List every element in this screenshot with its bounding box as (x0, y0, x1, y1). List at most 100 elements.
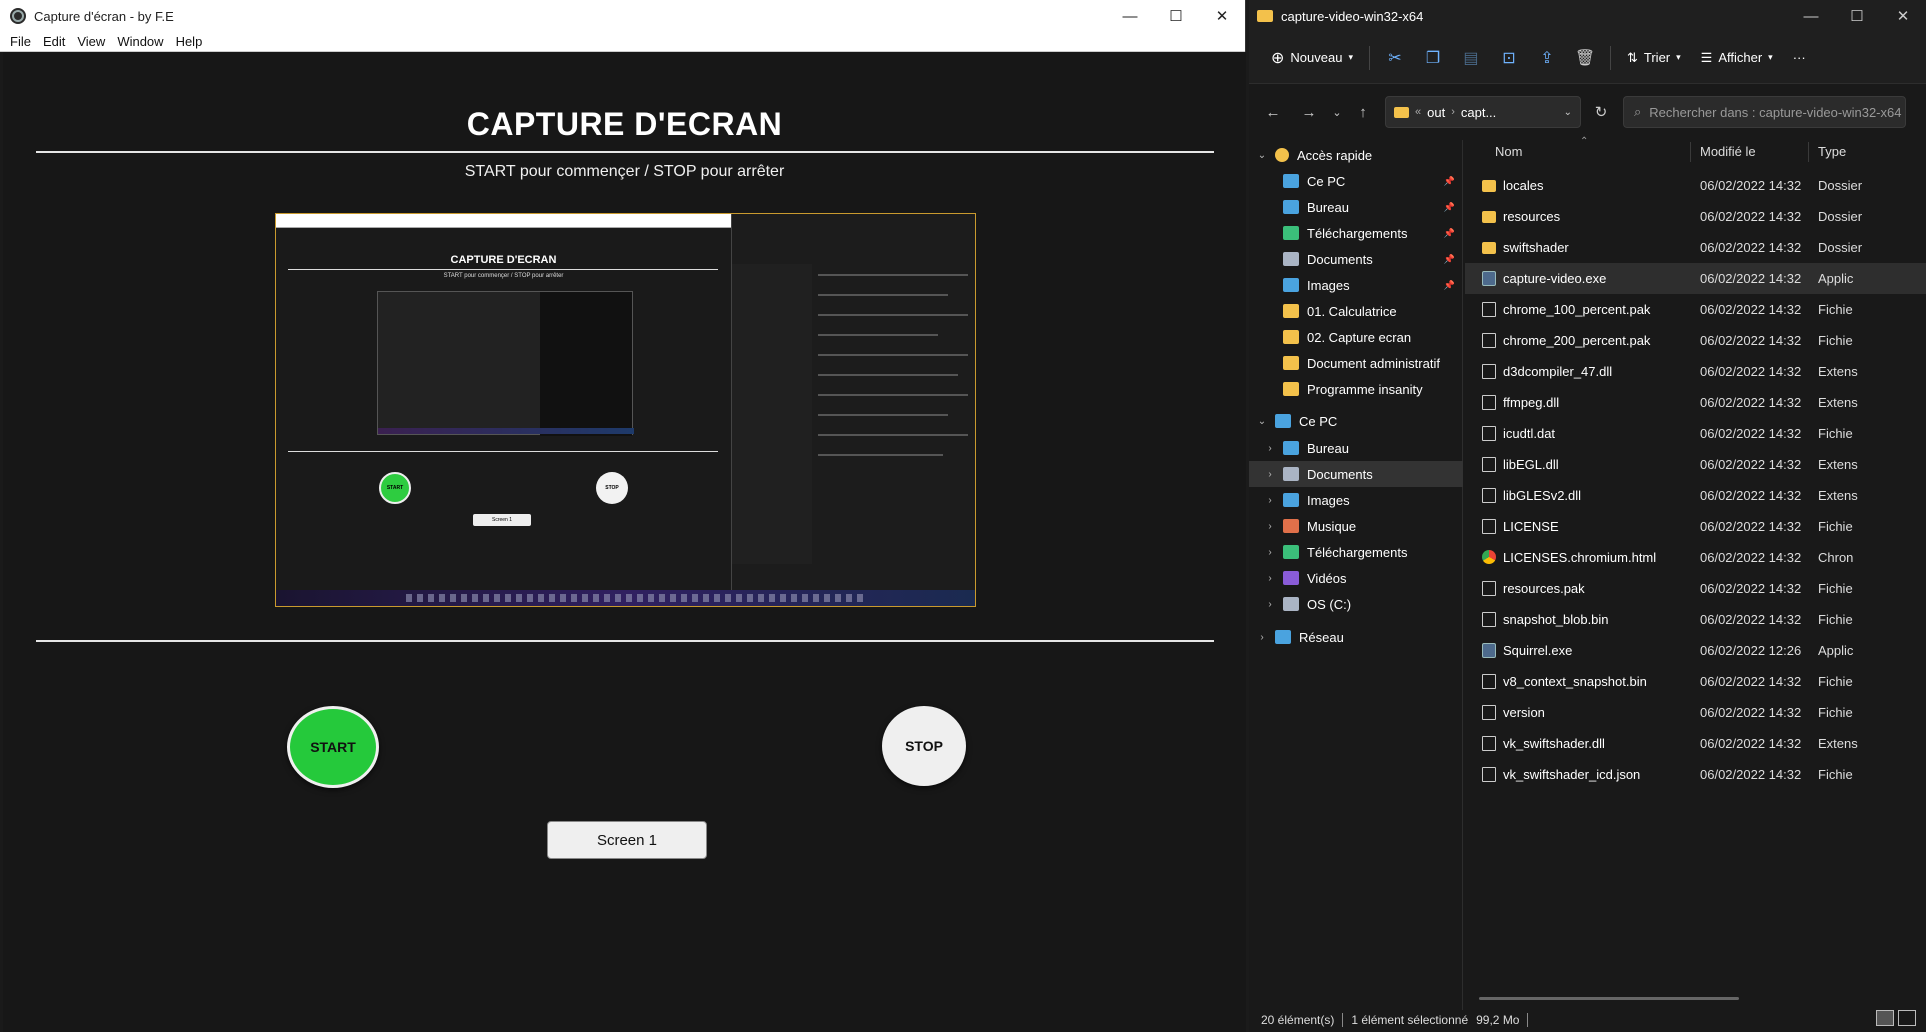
expand-chevron-icon[interactable]: › (1255, 632, 1269, 643)
nav-item[interactable]: Document administratif (1249, 350, 1463, 376)
pin-icon: 📌 (1443, 227, 1455, 238)
close-icon[interactable]: ✕ (1880, 0, 1926, 32)
expand-chevron-icon[interactable]: › (1263, 469, 1277, 480)
tiles-view-icon[interactable] (1898, 1010, 1916, 1026)
file-row[interactable]: resources 06/02/2022 14:32 Dossier (1465, 201, 1926, 232)
nav-item[interactable]: 02. Capture ecran (1249, 324, 1463, 350)
stop-button[interactable]: STOP (882, 706, 966, 786)
expand-chevron-icon[interactable]: › (1263, 521, 1277, 532)
expand-chevron-icon[interactable]: › (1263, 547, 1277, 558)
file-row[interactable]: LICENSES.chromium.html 06/02/2022 14:32 Ch… (1465, 542, 1926, 573)
nav-item[interactable]: › Bureau (1249, 435, 1463, 461)
start-button[interactable]: START (287, 706, 379, 788)
file-row[interactable]: capture-video.exe 06/02/2022 14:32 Applic (1465, 263, 1926, 294)
file-row[interactable]: swiftshader 06/02/2022 14:32 Dossier (1465, 232, 1926, 263)
screen-select-button[interactable]: Screen 1 (547, 821, 707, 859)
breadcrumb-separator-icon: › (1451, 106, 1455, 118)
copy-icon[interactable]: ❐ (1414, 42, 1452, 74)
folder-icon (1482, 211, 1496, 223)
column-type[interactable]: Type (1818, 144, 1846, 159)
back-arrow-icon[interactable]: ← (1255, 96, 1291, 128)
nav-item[interactable]: ⌄ Ce PC (1249, 408, 1463, 434)
close-icon[interactable]: ✕ (1199, 0, 1245, 32)
expand-chevron-icon[interactable]: ⌄ (1255, 150, 1269, 161)
file-row[interactable]: vk_swiftshader.dll 06/02/2022 14:32 Extens (1465, 728, 1926, 759)
menu-edit[interactable]: Edit (37, 34, 71, 49)
nav-item[interactable]: › Musique (1249, 513, 1463, 539)
nav-item[interactable]: ⌄ Accès rapide (1249, 142, 1463, 168)
nav-item-label: Réseau (1299, 629, 1344, 645)
breadcrumb-capt[interactable]: capt... (1461, 105, 1496, 120)
file-row[interactable]: resources.pak 06/02/2022 14:32 Fichie (1465, 573, 1926, 604)
file-row[interactable]: ffmpeg.dll 06/02/2022 14:32 Extens (1465, 387, 1926, 418)
minimize-icon[interactable]: — (1107, 0, 1153, 32)
details-view-icon[interactable] (1876, 1010, 1894, 1026)
cut-icon[interactable]: ✂ (1376, 42, 1414, 74)
nav-item[interactable]: Ce PC 📌 (1249, 168, 1463, 194)
nav-item[interactable]: › Vidéos (1249, 565, 1463, 591)
menu-window[interactable]: Window (111, 34, 169, 49)
file-name: vk_swiftshader.dll (1503, 736, 1605, 751)
nav-item[interactable]: › Images (1249, 487, 1463, 513)
menu-file[interactable]: File (4, 34, 37, 49)
column-modified[interactable]: Modifié le (1700, 144, 1756, 159)
file-row[interactable]: v8_context_snapshot.bin 06/02/2022 14:32 F… (1465, 666, 1926, 697)
address-bar[interactable]: « out › capt... ⌄ (1385, 96, 1581, 128)
column-divider[interactable] (1690, 142, 1691, 162)
minimize-icon[interactable]: — (1788, 0, 1834, 32)
column-name[interactable]: Nom (1495, 144, 1522, 159)
new-button[interactable]: ⊕ Nouveau ▾ (1261, 42, 1363, 74)
nav-item[interactable]: Programme insanity (1249, 376, 1463, 402)
breadcrumb-out[interactable]: out (1427, 105, 1445, 120)
horizontal-scrollbar[interactable] (1479, 997, 1739, 1000)
expand-chevron-icon[interactable]: › (1263, 599, 1277, 610)
file-row[interactable]: LICENSE 06/02/2022 14:32 Fichie (1465, 511, 1926, 542)
column-divider[interactable] (1808, 142, 1809, 162)
sort-button[interactable]: ⇅ Trier ▾ (1617, 42, 1691, 74)
file-name: version (1503, 705, 1545, 720)
nav-item[interactable]: Images 📌 (1249, 272, 1463, 298)
breadcrumb-overflow[interactable]: « (1415, 106, 1421, 118)
expand-chevron-icon[interactable]: › (1263, 443, 1277, 454)
file-row[interactable]: version 06/02/2022 14:32 Fichie (1465, 697, 1926, 728)
preview-explorer-navpane (732, 264, 812, 564)
file-row[interactable]: libGLESv2.dll 06/02/2022 14:32 Extens (1465, 480, 1926, 511)
view-button[interactable]: ☰ Afficher ▾ (1691, 42, 1783, 74)
maximize-icon[interactable]: ☐ (1153, 0, 1199, 32)
paste-icon[interactable]: ▤ (1452, 42, 1490, 74)
nav-item[interactable]: 01. Calculatrice (1249, 298, 1463, 324)
expand-chevron-icon[interactable]: › (1263, 495, 1277, 506)
nav-item[interactable]: Documents 📌 (1249, 246, 1463, 272)
file-icon (1482, 612, 1496, 627)
menu-help[interactable]: Help (170, 34, 209, 49)
expand-chevron-icon[interactable]: › (1263, 573, 1277, 584)
menu-view[interactable]: View (71, 34, 111, 49)
rename-icon[interactable]: ⊡ (1490, 42, 1528, 74)
expand-chevron-icon[interactable]: ⌄ (1255, 416, 1269, 427)
nav-item[interactable]: Bureau 📌 (1249, 194, 1463, 220)
page-title: CAPTURE D'ECRAN (466, 106, 783, 142)
up-arrow-icon[interactable]: ↑ (1345, 96, 1381, 128)
file-row[interactable]: snapshot_blob.bin 06/02/2022 14:32 Fichie (1465, 604, 1926, 635)
file-row[interactable]: locales 06/02/2022 14:32 Dossier (1465, 170, 1926, 201)
maximize-icon[interactable]: ☐ (1834, 0, 1880, 32)
nav-item[interactable]: › OS (C:) (1249, 591, 1463, 617)
file-row[interactable]: Squirrel.exe 06/02/2022 12:26 Applic (1465, 635, 1926, 666)
refresh-icon[interactable]: ↻ (1585, 96, 1617, 128)
file-row[interactable]: vk_swiftshader_icd.json 06/02/2022 14:32 F… (1465, 759, 1926, 790)
nav-item[interactable]: Téléchargements 📌 (1249, 220, 1463, 246)
file-row[interactable]: icudtl.dat 06/02/2022 14:32 Fichie (1465, 418, 1926, 449)
delete-icon[interactable]: 🗑 (1566, 42, 1604, 74)
share-icon[interactable]: ⇪ (1528, 42, 1566, 74)
file-row[interactable]: d3dcompiler_47.dll 06/02/2022 14:32 Extens (1465, 356, 1926, 387)
nav-item[interactable]: › Téléchargements (1249, 539, 1463, 565)
file-row[interactable]: chrome_100_percent.pak 06/02/2022 14:32 Fi… (1465, 294, 1926, 325)
address-dropdown-icon[interactable]: ⌄ (1564, 107, 1572, 118)
nav-item[interactable]: › Documents (1249, 461, 1463, 487)
preview-file-row (818, 454, 943, 456)
more-options-button[interactable]: ··· (1783, 42, 1816, 74)
file-row[interactable]: chrome_200_percent.pak 06/02/2022 14:32 Fi… (1465, 325, 1926, 356)
nav-item[interactable]: › Réseau (1249, 624, 1463, 650)
file-row[interactable]: libEGL.dll 06/02/2022 14:32 Extens (1465, 449, 1926, 480)
search-box[interactable]: ⌕ Rechercher dans : capture-video-win32-… (1623, 96, 1906, 128)
